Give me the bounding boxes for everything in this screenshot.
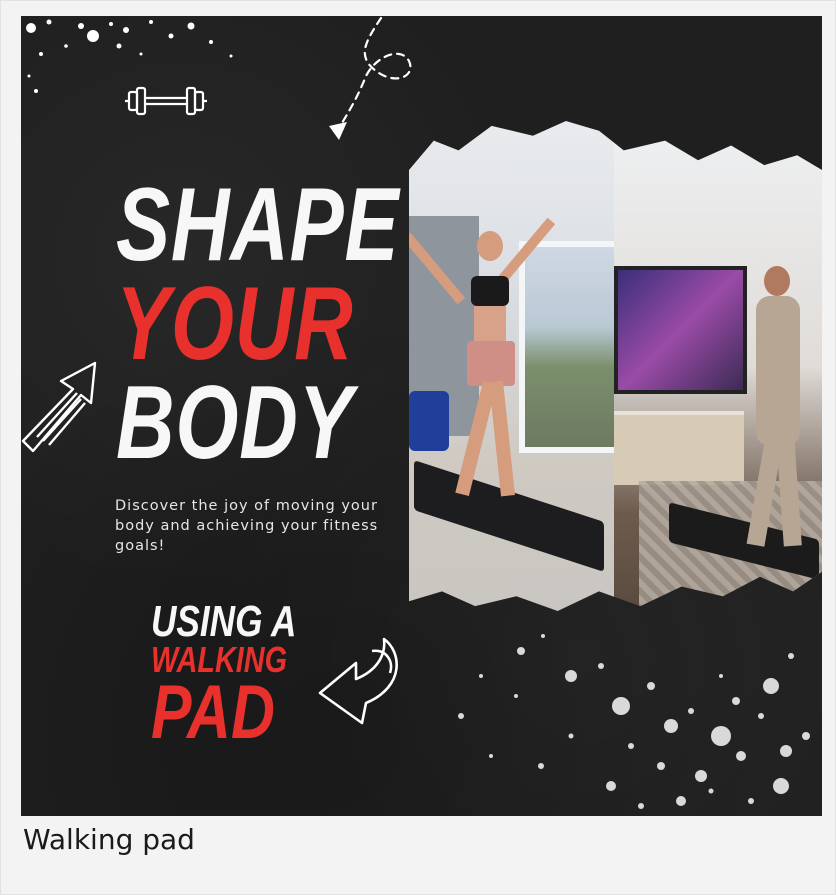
photo-left-room bbox=[409, 121, 621, 611]
headline-line-3: BODY bbox=[116, 364, 354, 481]
photo-collage bbox=[409, 121, 822, 611]
photo-sofa bbox=[409, 391, 449, 451]
headline-line-2: YOUR bbox=[116, 265, 354, 382]
poster-image[interactable]: SHAPE YOUR BODY Discover the joy of movi… bbox=[21, 16, 822, 816]
arrow-left-icon bbox=[318, 637, 398, 725]
tagline: Discover the joy of moving your body and… bbox=[115, 498, 379, 554]
photo-tv bbox=[614, 266, 747, 394]
dumbbell-icon bbox=[125, 86, 207, 116]
image-card: SHAPE YOUR BODY Discover the joy of movi… bbox=[0, 0, 836, 895]
cta-line-1: USING A bbox=[151, 597, 297, 646]
cta-line-3: PAD bbox=[151, 669, 275, 755]
splatter-bottom-right bbox=[458, 634, 810, 809]
photo-person-1 bbox=[409, 217, 556, 521]
photo-right-room bbox=[614, 121, 822, 611]
dashed-arrow-icon bbox=[329, 16, 412, 140]
arrow-icon bbox=[21, 361, 97, 453]
photo-person-2 bbox=[734, 251, 814, 551]
photo-tv-unit bbox=[614, 411, 744, 485]
headline: SHAPE YOUR BODY bbox=[116, 167, 416, 481]
headline-line-1: SHAPE bbox=[116, 167, 400, 283]
image-caption: Walking pad bbox=[23, 823, 195, 856]
photo-window bbox=[519, 241, 621, 453]
